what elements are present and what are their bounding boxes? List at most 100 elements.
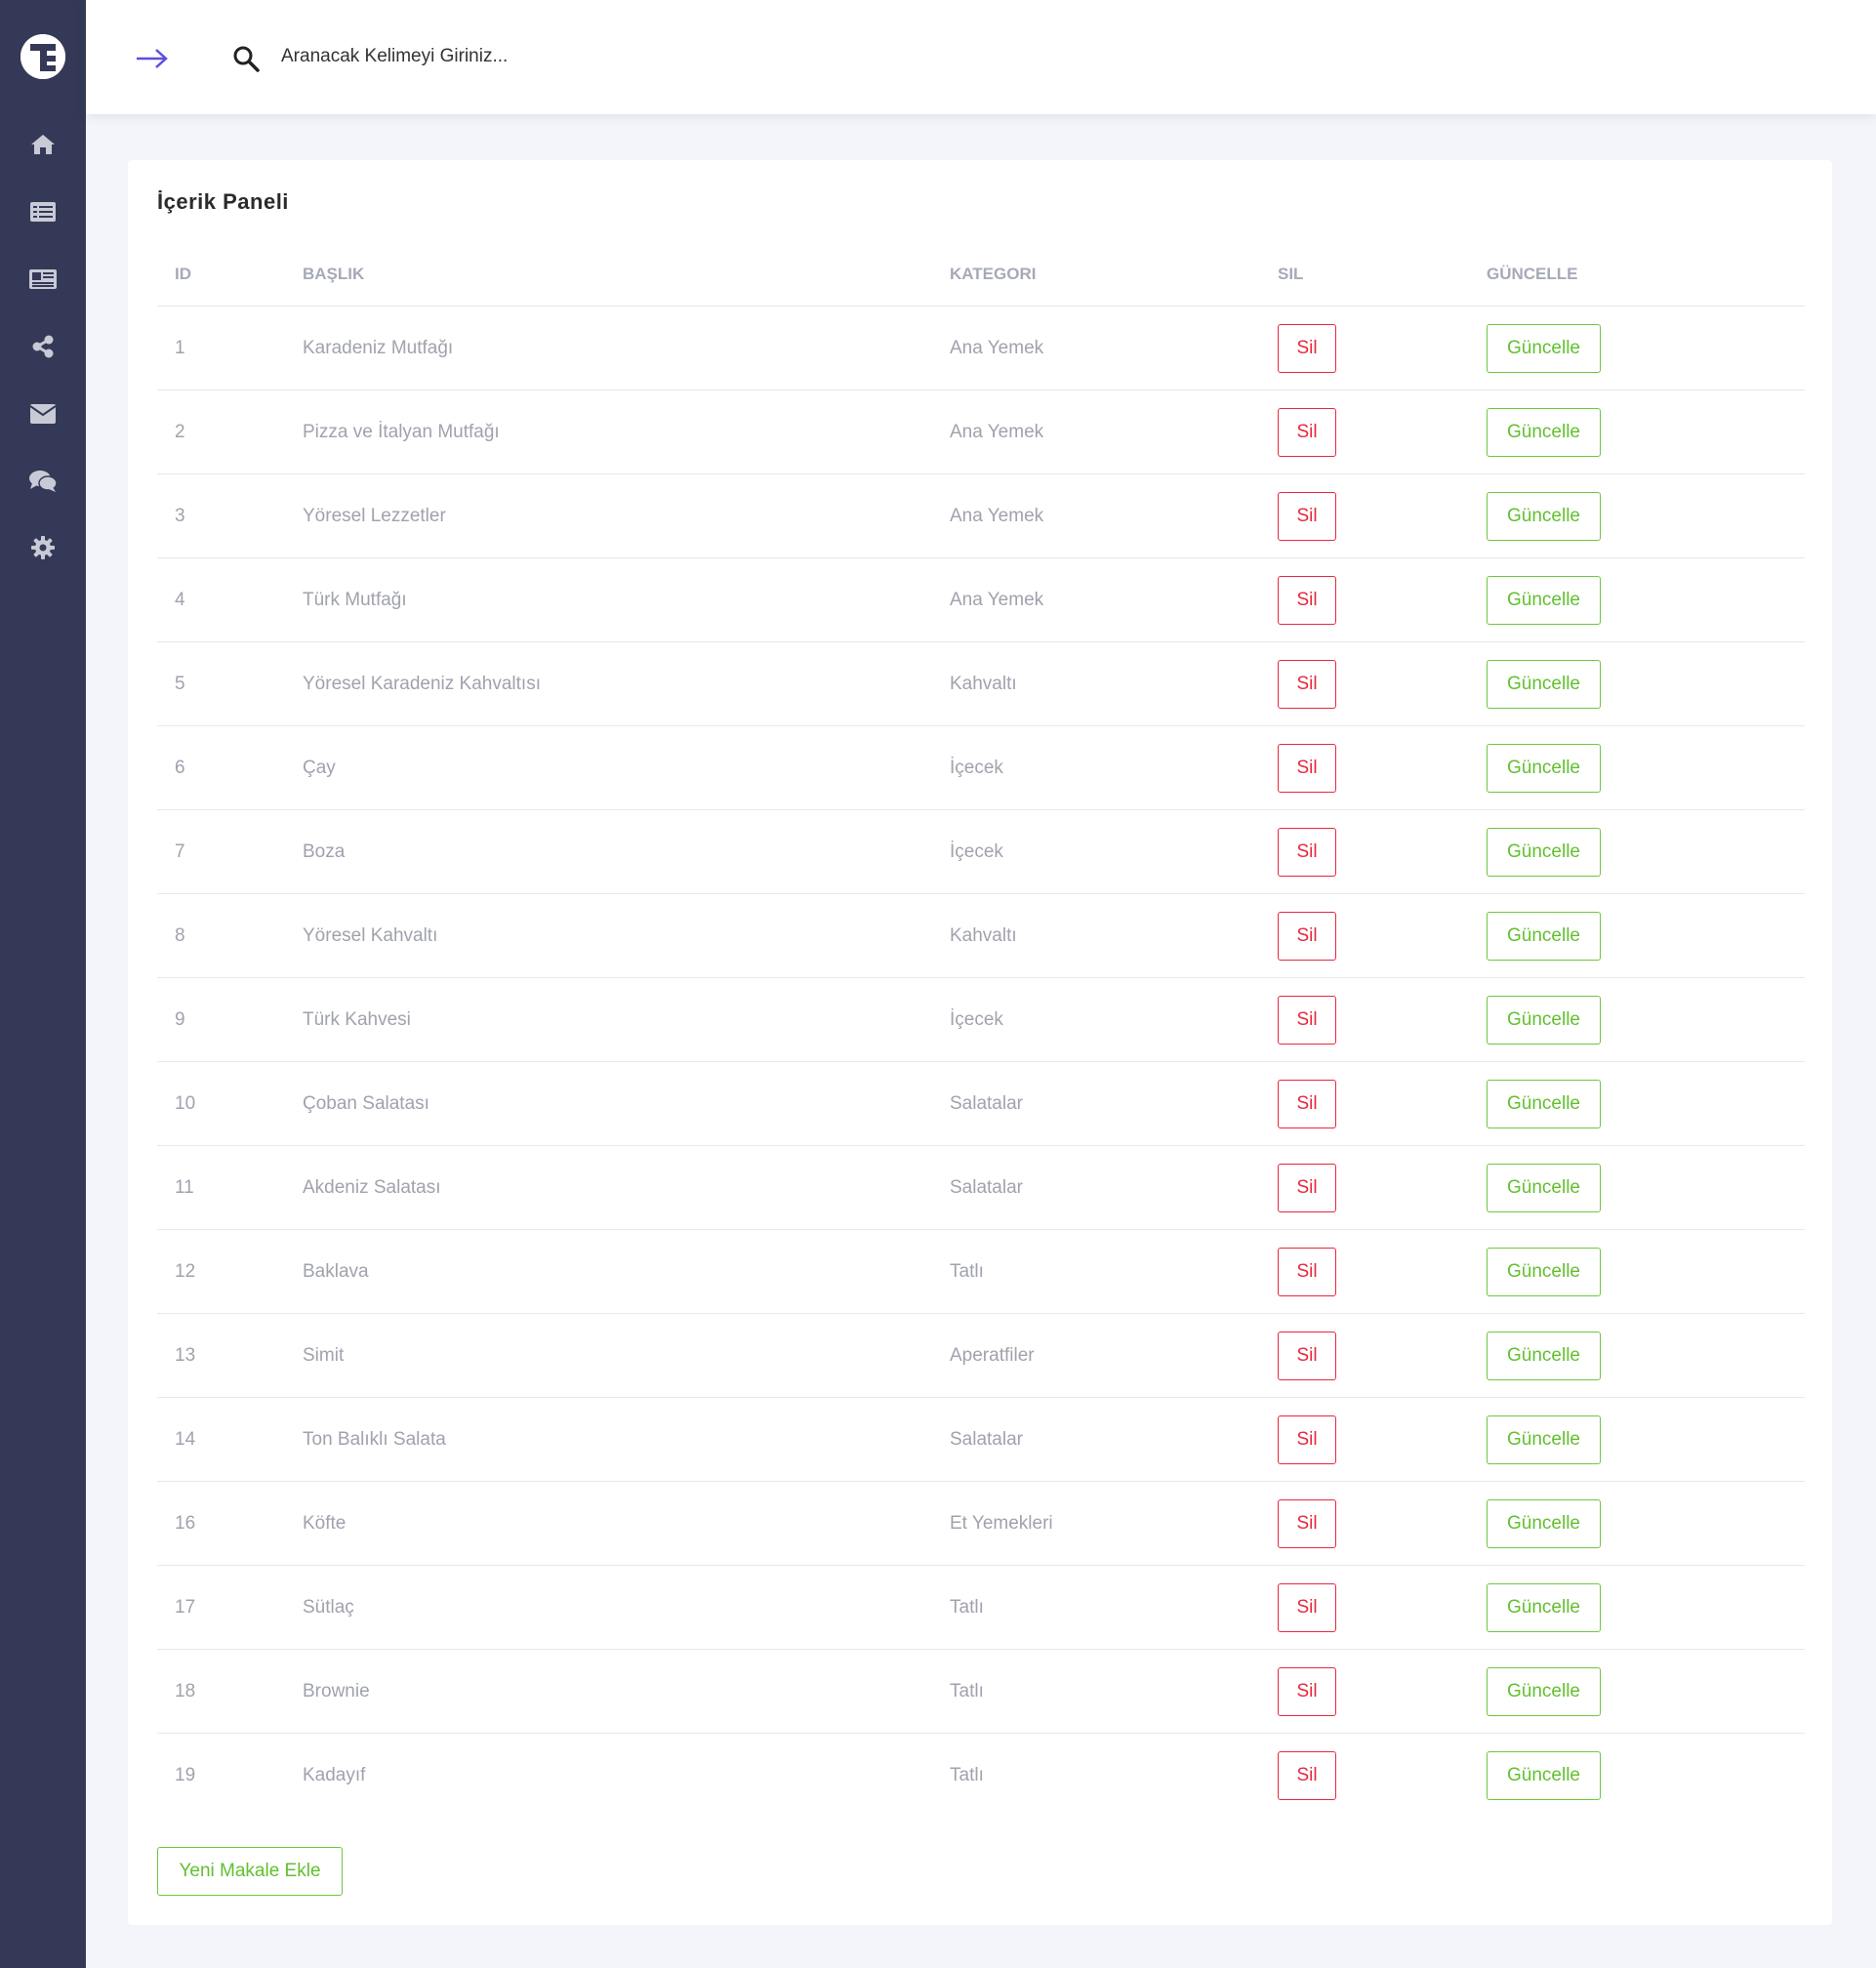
row-title: Türk Kahvesi [303, 1009, 411, 1030]
row-category: İçecek [950, 841, 1003, 862]
row-id: 19 [175, 1765, 196, 1785]
update-button[interactable]: Güncelle [1487, 1667, 1601, 1716]
table-row: 19 Kadayıf Tatlı Sil Güncelle [157, 1734, 1805, 1818]
row-category: Aperatfiler [950, 1345, 1035, 1366]
update-button[interactable]: Güncelle [1487, 1583, 1601, 1632]
row-category: Salatalar [950, 1177, 1023, 1198]
update-button[interactable]: Güncelle [1487, 1751, 1601, 1800]
delete-button[interactable]: Sil [1278, 324, 1336, 373]
delete-button[interactable]: Sil [1278, 1332, 1336, 1380]
delete-button[interactable]: Sil [1278, 1667, 1336, 1716]
delete-button[interactable]: Sil [1278, 1415, 1336, 1464]
row-category: Ana Yemek [950, 506, 1044, 526]
table-header: ID BAŞLIK KATEGORI SIL GÜNCELLE [157, 242, 1805, 307]
row-title: Pizza ve İtalyan Mutfağı [303, 422, 500, 442]
table-row: 17 Sütlaç Tatlı Sil Güncelle [157, 1566, 1805, 1650]
update-button[interactable]: Güncelle [1487, 912, 1601, 961]
table-row: 18 Brownie Tatlı Sil Güncelle [157, 1650, 1805, 1734]
table-row: 12 Baklava Tatlı Sil Güncelle [157, 1230, 1805, 1314]
page-title: İçerik Paneli [157, 189, 289, 214]
delete-button[interactable]: Sil [1278, 828, 1336, 877]
update-button[interactable]: Güncelle [1487, 996, 1601, 1045]
row-id: 10 [175, 1093, 196, 1114]
row-id: 14 [175, 1429, 196, 1450]
row-id: 3 [175, 506, 185, 526]
row-category: Tatlı [950, 1597, 984, 1618]
update-button[interactable]: Güncelle [1487, 828, 1601, 877]
delete-button[interactable]: Sil [1278, 576, 1336, 625]
row-id: 13 [175, 1345, 196, 1366]
update-button[interactable]: Güncelle [1487, 1499, 1601, 1548]
row-category: Salatalar [950, 1429, 1023, 1450]
column-header-update: GÜNCELLE [1487, 265, 1578, 283]
row-id: 8 [175, 925, 185, 946]
update-button[interactable]: Güncelle [1487, 408, 1601, 457]
search-input[interactable] [281, 37, 789, 76]
row-title: Baklava [303, 1261, 369, 1282]
row-id: 11 [175, 1177, 194, 1198]
gear-icon[interactable] [25, 530, 61, 565]
add-article-button[interactable]: Yeni Makale Ekle [157, 1847, 343, 1896]
table-row: 13 Simit Aperatfiler Sil Güncelle [157, 1314, 1805, 1398]
delete-button[interactable]: Sil [1278, 744, 1336, 793]
table-row: 6 Çay İçecek Sil Güncelle [157, 726, 1805, 810]
row-title: Boza [303, 841, 346, 862]
update-button[interactable]: Güncelle [1487, 744, 1601, 793]
update-button[interactable]: Güncelle [1487, 1248, 1601, 1296]
row-category: Ana Yemek [950, 590, 1044, 610]
brand-logo-icon[interactable] [20, 34, 65, 79]
row-category: İçecek [950, 1009, 1003, 1030]
delete-button[interactable]: Sil [1278, 1751, 1336, 1800]
table-row: 9 Türk Kahvesi İçecek Sil Güncelle [157, 978, 1805, 1062]
delete-button[interactable]: Sil [1278, 996, 1336, 1045]
row-category: Tatlı [950, 1261, 984, 1282]
row-category: Tatlı [950, 1765, 984, 1785]
envelope-icon[interactable] [25, 396, 61, 431]
list-icon[interactable] [25, 194, 61, 229]
row-category: Salatalar [950, 1093, 1023, 1114]
row-title: Çay [303, 758, 336, 778]
delete-button[interactable]: Sil [1278, 492, 1336, 541]
delete-button[interactable]: Sil [1278, 660, 1336, 709]
table-row: 11 Akdeniz Salatası Salatalar Sil Güncelle [157, 1146, 1805, 1230]
delete-button[interactable]: Sil [1278, 912, 1336, 961]
update-button[interactable]: Güncelle [1487, 576, 1601, 625]
table-row: 16 Köfte Et Yemekleri Sil Güncelle [157, 1482, 1805, 1566]
row-title: Ton Balıklı Salata [303, 1429, 446, 1450]
column-header-id: ID [175, 265, 191, 283]
update-button[interactable]: Güncelle [1487, 1332, 1601, 1380]
delete-button[interactable]: Sil [1278, 408, 1336, 457]
update-button[interactable]: Güncelle [1487, 324, 1601, 373]
update-button[interactable]: Güncelle [1487, 1415, 1601, 1464]
comments-icon[interactable] [25, 464, 61, 499]
table-row: 3 Yöresel Lezzetler Ana Yemek Sil Güncelle [157, 474, 1805, 558]
update-button[interactable]: Güncelle [1487, 660, 1601, 709]
table-row: 2 Pizza ve İtalyan Mutfağı Ana Yemek Sil Gün… [157, 390, 1805, 474]
row-id: 18 [175, 1681, 196, 1702]
row-id: 7 [175, 841, 185, 862]
row-id: 17 [175, 1597, 196, 1618]
table-row: 14 Ton Balıklı Salata Salatalar Sil Güncelle [157, 1398, 1805, 1482]
row-category: Tatlı [950, 1681, 984, 1702]
row-title: Karadeniz Mutfağı [303, 338, 454, 358]
content-panel-card: İçerik Paneli ID BAŞLIK KATEGORI SIL GÜN… [128, 160, 1832, 1925]
arrow-right-icon[interactable] [133, 41, 172, 76]
row-title: Akdeniz Salatası [303, 1177, 441, 1198]
row-id: 16 [175, 1513, 196, 1534]
delete-button[interactable]: Sil [1278, 1583, 1336, 1632]
home-icon[interactable] [25, 127, 61, 162]
delete-button[interactable]: Sil [1278, 1499, 1336, 1548]
delete-button[interactable]: Sil [1278, 1248, 1336, 1296]
delete-button[interactable]: Sil [1278, 1164, 1336, 1212]
search-icon [228, 41, 264, 76]
sidebar [0, 0, 86, 1968]
table-row: 10 Çoban Salatası Salatalar Sil Güncelle [157, 1062, 1805, 1146]
update-button[interactable]: Güncelle [1487, 1164, 1601, 1212]
update-button[interactable]: Güncelle [1487, 1080, 1601, 1128]
newspaper-icon[interactable] [25, 262, 61, 297]
row-id: 6 [175, 758, 185, 778]
update-button[interactable]: Güncelle [1487, 492, 1601, 541]
row-category: Et Yemekleri [950, 1513, 1053, 1534]
delete-button[interactable]: Sil [1278, 1080, 1336, 1128]
share-icon[interactable] [25, 329, 61, 364]
